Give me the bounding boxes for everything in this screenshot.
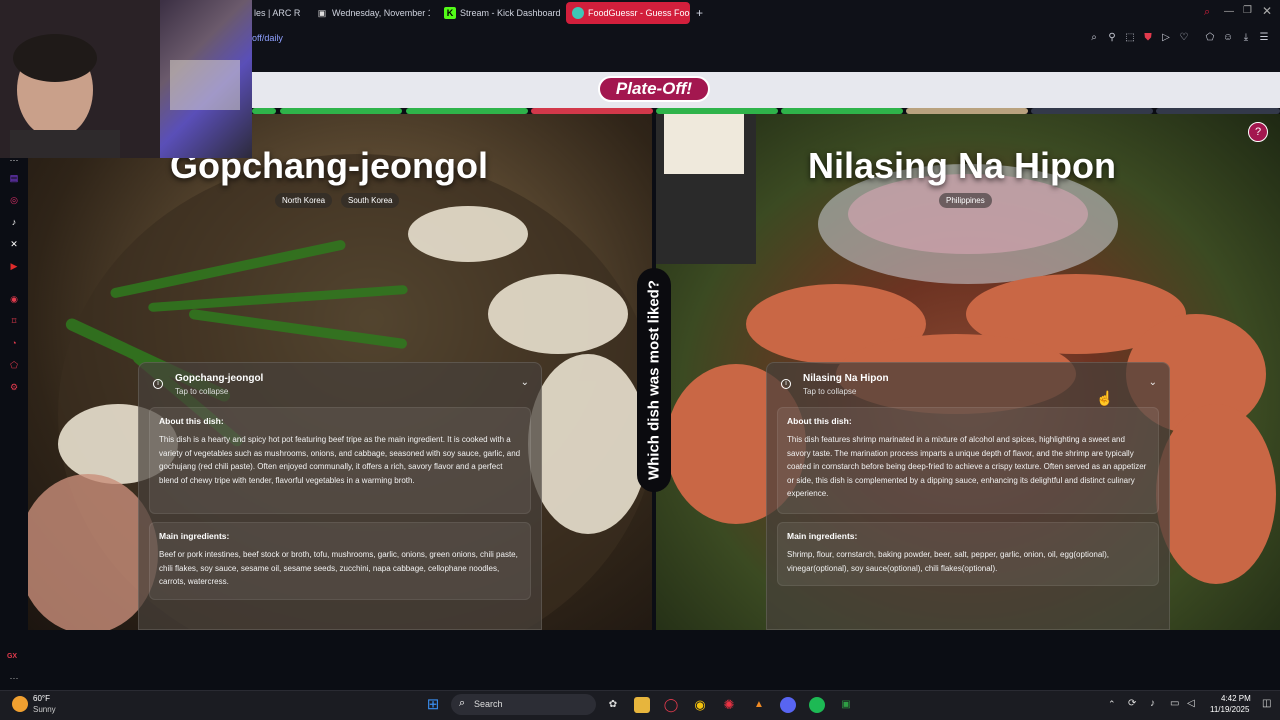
volume-icon[interactable]: ◁ (1187, 698, 1195, 709)
tab-label: Stream - Kick Dashboard (460, 8, 560, 18)
chevron-down-icon[interactable]: ⌄ (1149, 377, 1157, 388)
about-section: About this dish: This dish features shri… (777, 407, 1159, 514)
game-header (252, 72, 1280, 108)
card-title: Nilasing Na Hipon (803, 373, 889, 384)
card-header[interactable]: i Gopchang-jeongol Tap to collapse ⌄ (149, 371, 531, 399)
ingredients-text: Beef or pork intestines, beef stock or b… (159, 550, 518, 587)
question-banner: Which dish was most liked? (637, 268, 671, 492)
notification-icon[interactable]: ◫ (1262, 698, 1271, 709)
gx-logo[interactable]: GX (6, 651, 18, 663)
microphone-icon[interactable]: ♪ (1150, 698, 1155, 709)
ingredients-label: Main ingredients: (159, 531, 230, 541)
ingredients-label: Main ingredients: (787, 531, 858, 541)
youtube-icon[interactable]: ▶ (8, 260, 20, 272)
windows-start-icon[interactable]: ⊞ (425, 697, 441, 713)
menu-icon[interactable]: ☰ (1258, 32, 1270, 44)
streamer-webcam-video (0, 0, 240, 158)
about-label: About this dish: (787, 416, 852, 426)
extensions-icon[interactable]: ⬠ (1204, 32, 1216, 44)
info-icon: i (153, 379, 163, 389)
browser-tab[interactable]: ▣ Wednesday, November 1 (310, 2, 430, 24)
close-icon[interactable]: ✕ (1262, 4, 1272, 18)
ingredients-section: Main ingredients: Shrimp, flour, cornsta… (777, 522, 1159, 586)
extensions-sidebar-icon[interactable]: ⬠ (8, 359, 20, 371)
bookmark-icon[interactable]: ⌑ (8, 315, 20, 327)
country-tag: South Korea (341, 193, 400, 208)
weather-temp[interactable]: 60°F (33, 694, 50, 703)
taskbar-search[interactable]: ⌕ Search (451, 694, 596, 715)
app-icon[interactable]: ✺ (721, 697, 737, 713)
info-icon: i (781, 379, 791, 389)
spotify-icon[interactable] (809, 697, 825, 713)
country-tag: North Korea (275, 193, 333, 208)
player-icon[interactable]: ◉ (8, 293, 20, 305)
foodguessr-icon (572, 7, 584, 19)
about-section: About this dish: This dish is a hearty a… (149, 407, 531, 514)
shield-icon[interactable]: ⛊ (1142, 32, 1154, 44)
heart-icon[interactable]: ♡ (1178, 32, 1190, 44)
file-explorer-icon[interactable] (634, 697, 650, 713)
right-dish-title: Nilasing Na Hipon (808, 145, 1117, 186)
network-icon[interactable]: ▭ (1170, 698, 1179, 709)
cursor-icon: ☝ (1096, 390, 1114, 406)
new-tab-button[interactable]: + (692, 2, 708, 24)
weather-desc[interactable]: Sunny (33, 705, 56, 714)
left-dish-info-card: i Gopchang-jeongol Tap to collapse ⌄ Abo… (138, 362, 542, 630)
search-placeholder: Search (474, 699, 503, 709)
question-text: Which dish was most liked? (645, 279, 663, 481)
weather-sun-icon[interactable] (12, 696, 28, 712)
tab-label: FoodGuessr - Guess Food (588, 8, 690, 18)
clock-time[interactable]: 4:42 PM (1221, 694, 1251, 703)
search-icon: ⌕ (459, 697, 466, 709)
card-title: Gopchang-jeongol (175, 373, 264, 384)
vlc-icon[interactable]: ▲ (751, 697, 767, 713)
ingredients-text: Shrimp, flour, cornstarch, baking powder… (787, 550, 1109, 573)
about-label: About this dish: (159, 416, 224, 426)
page-bottom-area (28, 630, 1280, 690)
app-icon[interactable]: ▣ (838, 697, 854, 713)
ingredients-section: Main ingredients: Beef or pork intestine… (149, 522, 531, 600)
twitch-icon[interactable]: ▤ (8, 172, 20, 184)
plate-off-logo[interactable]: Plate-Off! (598, 76, 710, 102)
country-tag: Philippines (939, 193, 992, 208)
browser-tab[interactable]: K Stream - Kick Dashboard (438, 2, 560, 24)
url-text[interactable]: off/daily (252, 33, 283, 43)
help-button[interactable]: ? (1248, 122, 1268, 142)
discord-icon[interactable] (780, 697, 796, 713)
instagram-icon[interactable]: ◎ (8, 194, 20, 206)
tab-label: les | ARC R (254, 8, 301, 18)
collapse-hint: Tap to collapse (803, 387, 857, 396)
tab-label: Wednesday, November 1 (332, 8, 430, 18)
sidebar-more-icon[interactable]: ⋯ (8, 672, 20, 684)
history-icon[interactable]: ◔ (8, 337, 20, 349)
download-icon[interactable]: ⤓ (1240, 32, 1252, 44)
copilot-icon[interactable]: ✿ (605, 697, 621, 713)
play-icon[interactable]: ▷ (1160, 32, 1172, 44)
settings-icon[interactable]: ⚙ (8, 381, 20, 393)
kick-icon: K (444, 7, 456, 19)
tray-chevron-icon[interactable]: ⌃ (1108, 699, 1116, 710)
clock-date[interactable]: 11/19/2025 (1210, 705, 1249, 714)
zoom-icon[interactable]: ⌕ (1088, 32, 1100, 44)
minimize-icon[interactable]: — (1224, 6, 1234, 17)
tray-app-icon[interactable]: ⟳ (1128, 698, 1136, 709)
maximize-icon[interactable]: ❐ (1243, 5, 1252, 16)
profile-icon[interactable]: ☺ (1222, 32, 1234, 44)
opera-gx-icon[interactable]: ◯ (663, 697, 679, 713)
webcam-overlay (0, 0, 252, 158)
plus-icon: + (696, 6, 704, 20)
about-text: This dish is a hearty and spicy hot pot … (159, 435, 521, 485)
collapse-hint: Tap to collapse (175, 387, 229, 396)
twitch-icon: ▣ (317, 8, 327, 18)
about-text: This dish features shrimp marinated in a… (787, 435, 1147, 499)
chevron-down-icon[interactable]: ⌄ (521, 377, 529, 388)
tiktok-icon[interactable]: ♪ (8, 216, 20, 228)
browser-tab-active[interactable]: FoodGuessr - Guess Food (566, 2, 690, 24)
pin-icon[interactable]: ⚲ (1106, 32, 1118, 44)
x-icon[interactable]: ✕ (8, 238, 20, 250)
search-icon[interactable]: ⌕ (1204, 6, 1210, 19)
snapshot-icon[interactable]: ⬚ (1124, 32, 1136, 44)
chrome-icon[interactable]: ◉ (692, 697, 708, 713)
